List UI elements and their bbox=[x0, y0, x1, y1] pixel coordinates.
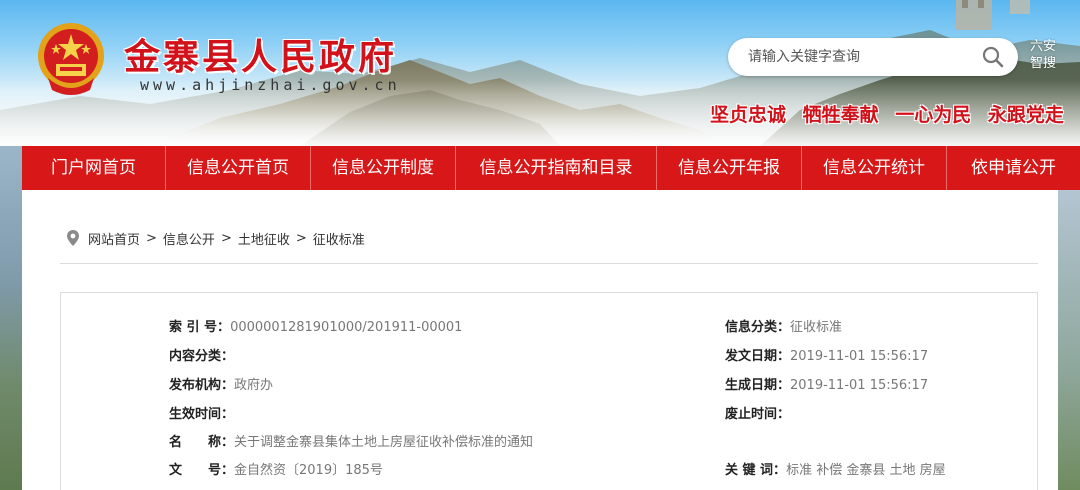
field-doc-no-value: 金自然资〔2019〕185号 bbox=[234, 463, 383, 478]
side-background-left bbox=[0, 146, 22, 490]
site-url: www.ahjinzhai.gov.cn bbox=[140, 76, 401, 94]
field-keywords-value: 标准 补偿 金寨县 土地 房屋 bbox=[786, 463, 946, 478]
nav-item-portal-home[interactable]: 门户网首页 bbox=[22, 146, 166, 190]
nav-item-info-system[interactable]: 信息公开制度 bbox=[311, 146, 456, 190]
breadcrumb: 网站首页 > 信息公开 > 土地征收 > 征收标准 bbox=[66, 228, 365, 248]
national-emblem-icon bbox=[38, 23, 104, 95]
smart-search-line2: 智搜 bbox=[1029, 56, 1056, 71]
field-effective-time-label: 生效时间： bbox=[169, 407, 235, 422]
field-abolish-time-label: 废止时间： bbox=[725, 407, 791, 422]
field-created-date-label: 生成日期： bbox=[725, 378, 791, 393]
breadcrumb-separator: > bbox=[146, 230, 157, 246]
breadcrumb-separator: > bbox=[295, 230, 307, 246]
field-info-category-value: 征收标准 bbox=[790, 320, 843, 335]
field-index-no-value: 000000128190100​0/201911-00001 bbox=[230, 320, 463, 335]
nav-item-info-home[interactable]: 信息公开首页 bbox=[166, 146, 311, 190]
field-abolish-time: 废止时间： bbox=[725, 405, 790, 425]
field-created-date: 生成日期：2019-11-01 15:56:17 bbox=[725, 376, 928, 396]
field-name-value: 关于调整金寨县集体土地上房屋征收补偿标准的通知 bbox=[234, 435, 534, 450]
search-input[interactable] bbox=[748, 47, 968, 67]
field-publisher: 发布机构：政府办 bbox=[169, 376, 273, 396]
field-keywords-label: 关 键 词： bbox=[725, 463, 787, 478]
main-content: 网站首页 > 信息公开 > 土地征收 > 征收标准 索 引 号：00000012… bbox=[22, 190, 1058, 490]
breadcrumb-home[interactable]: 网站首页 bbox=[88, 229, 140, 248]
breadcrumb-separator: > bbox=[220, 230, 232, 246]
search-box[interactable] bbox=[728, 38, 1018, 76]
breadcrumb-info-disclosure[interactable]: 信息公开 bbox=[163, 229, 215, 248]
main-nav: 门户网首页 信息公开首页 信息公开制度 信息公开指南和目录 信息公开年报 信息公… bbox=[22, 146, 1080, 190]
smart-search-link[interactable]: 六安 智搜 bbox=[1026, 38, 1060, 72]
field-issue-date: 发文日期：2019-11-01 15:56:17 bbox=[725, 347, 928, 367]
location-pin-icon bbox=[67, 230, 79, 246]
smart-search-line1: 六安 bbox=[1029, 39, 1056, 54]
divider bbox=[60, 263, 1038, 264]
field-issue-date-value: 2019-11-01 15:56:17 bbox=[790, 349, 929, 364]
field-index-no-label: 索 引 号： bbox=[169, 320, 231, 335]
nav-item-apply-disclosure[interactable]: 依申请公开 bbox=[947, 146, 1080, 190]
side-background-right bbox=[1058, 190, 1080, 490]
field-publisher-value: 政府办 bbox=[234, 378, 274, 393]
breadcrumb-land-acquisition[interactable]: 土地征收 bbox=[238, 229, 290, 248]
field-name: 名 称：关于调整金寨县集体土地上房屋征收补偿标准的通知 bbox=[169, 433, 533, 453]
field-index-no: 索 引 号：000000128190100​0/201911-00001 bbox=[169, 318, 462, 338]
field-info-category-label: 信息分类： bbox=[725, 320, 791, 335]
field-content-category-label: 内容分类： bbox=[169, 349, 235, 364]
field-doc-no: 文 号：金自然资〔2019〕185号 bbox=[169, 461, 383, 481]
field-created-date-value: 2019-11-01 15:56:17 bbox=[790, 378, 929, 393]
field-doc-no-label: 文 号： bbox=[169, 463, 235, 478]
field-content-category: 内容分类： bbox=[169, 347, 234, 367]
document-info-panel: 索 引 号：000000128190100​0/201911-00001 内容分… bbox=[60, 292, 1038, 490]
search-icon[interactable] bbox=[982, 46, 1004, 68]
field-info-category: 信息分类：征收标准 bbox=[725, 318, 842, 338]
nav-item-info-guide[interactable]: 信息公开指南和目录 bbox=[456, 146, 657, 190]
breadcrumb-acquisition-standard[interactable]: 征收标准 bbox=[313, 229, 365, 248]
site-header: 金寨县人民政府 www.ahjinzhai.gov.cn 六安 智搜 坚贞忠诚 … bbox=[0, 0, 1080, 146]
field-publisher-label: 发布机构： bbox=[169, 378, 235, 393]
field-issue-date-label: 发文日期： bbox=[725, 349, 791, 364]
field-effective-time: 生效时间： bbox=[169, 405, 234, 425]
slogan: 坚贞忠诚 牺牲奉献 一心为民 永跟党走 bbox=[710, 104, 1064, 126]
site-title: 金寨县人民政府 bbox=[124, 36, 398, 78]
nav-item-annual-report[interactable]: 信息公开年报 bbox=[657, 146, 802, 190]
field-name-label: 名 称： bbox=[169, 435, 235, 450]
field-keywords: 关 键 词：标准 补偿 金寨县 土地 房屋 bbox=[725, 461, 946, 481]
nav-item-statistics[interactable]: 信息公开统计 bbox=[802, 146, 947, 190]
